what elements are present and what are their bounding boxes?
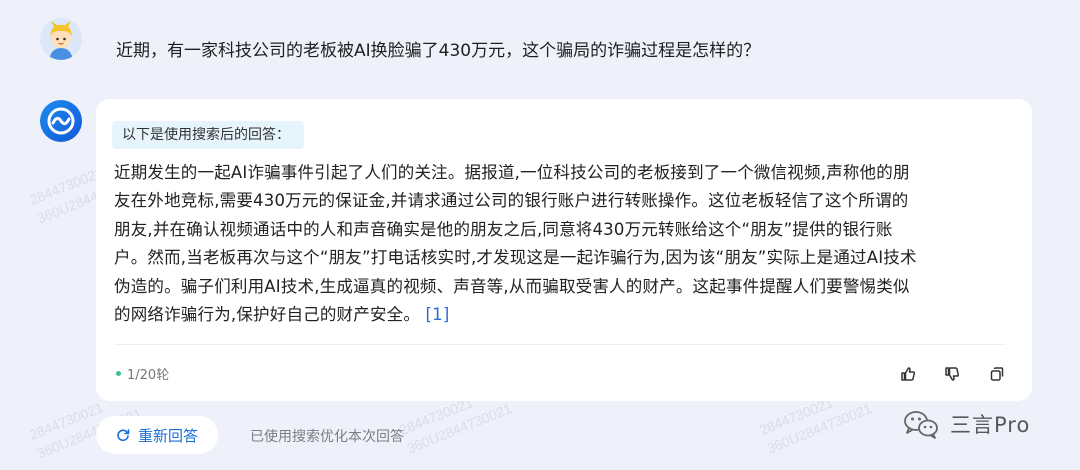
answer-line: 朋友,并在确认视频通话中的人和声音确实是他的朋友之后,同意将430万元转账给这个…: [114, 219, 893, 239]
answer-line: 友在外地竞标,需要430万元的保证金,并请求通过公司的银行账户进行转账操作。这位…: [114, 191, 909, 211]
answer-line-last: 的网络诈骗行为,保护好自己的财产安全。 [1]: [114, 301, 1014, 329]
search-optimized-note: 已使用搜索优化本次回答: [250, 429, 404, 445]
thumbs-up-icon: [901, 367, 916, 381]
assistant-logo-icon: [47, 107, 75, 135]
answer-line: 伪造的。骗子们利用AI技术,生成逼真的视频、声音等,从而骗取受害人的财产。这起事…: [114, 276, 910, 296]
copy-icon: [990, 367, 1004, 381]
regenerate-label: 重新回答: [138, 426, 199, 445]
answer-text: 近期发生的一起AI诈骗事件引起了人们的关注。据报道,一位科技公司的老板接到了一个…: [114, 159, 1014, 329]
answer-card: 以下是使用搜索后的回答： 近期发生的一起AI诈骗事件引起了人们的关注。据报道,一…: [96, 99, 1032, 401]
assistant-avatar: [40, 100, 82, 142]
status-dot: [116, 371, 121, 376]
question-text: 近期，有一家科技公司的老板被AI换脸骗了430万元，这个骗局的诈骗过程是怎样的？: [116, 41, 761, 61]
regenerate-button[interactable]: 重新回答: [96, 416, 219, 454]
dislike-button[interactable]: [943, 365, 961, 383]
wechat-icon: [904, 411, 938, 439]
brand-watermark: 三言Pro: [902, 408, 1030, 440]
search-result-tag: 以下是使用搜索后的回答：: [112, 121, 304, 149]
answer-line: 近期发生的一起AI诈骗事件引起了人们的关注。据报道,一位科技公司的老板接到了一个…: [114, 163, 910, 182]
thumbs-down-icon: [945, 367, 960, 381]
divider: [114, 344, 1006, 345]
refresh-icon: [117, 429, 130, 442]
round-counter: 1/20轮: [116, 364, 169, 383]
answer-line: 户。然而,当老板再次与这个“朋友”打电话核实时,才发现这是一起诈骗行为,因为该“…: [114, 248, 917, 268]
citation-link[interactable]: [1]: [426, 305, 450, 324]
cartoon-avatar-icon: [40, 18, 82, 60]
copy-button[interactable]: [988, 365, 1006, 383]
brand-name: 三言Pro: [950, 413, 1031, 437]
user-avatar: [40, 18, 82, 60]
answer-line-text: 的网络诈骗行为,保护好自己的财产安全。: [114, 305, 421, 325]
round-counter-text: 1/20轮: [127, 368, 170, 383]
like-button[interactable]: [899, 365, 917, 383]
